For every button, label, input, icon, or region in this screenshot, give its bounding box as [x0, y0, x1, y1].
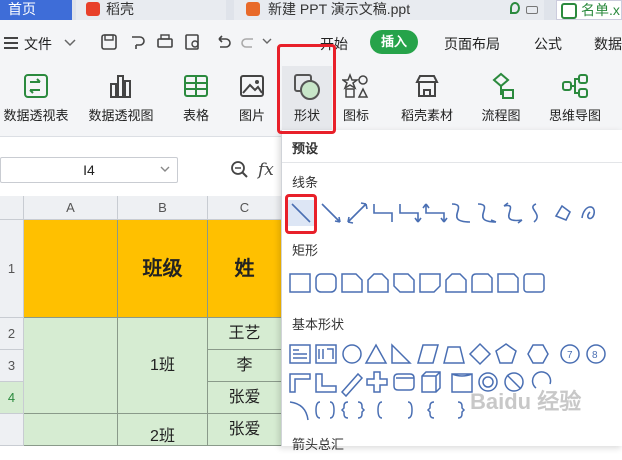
- tab-spreadsheet[interactable]: 名单.x: [556, 0, 622, 20]
- cell-c3[interactable]: 李: [208, 350, 282, 382]
- ribbon-label: 表格: [182, 108, 209, 123]
- cell-c2[interactable]: 王艺: [208, 318, 282, 350]
- tab-ppt-document[interactable]: 新建 PPT 演示文稿.ppt: [234, 0, 544, 20]
- name-box[interactable]: I4: [0, 157, 178, 183]
- tab-daoke[interactable]: 稻壳: [76, 0, 226, 20]
- baidu-watermark: Baidu 经验: [470, 389, 582, 414]
- undo-icon[interactable]: [214, 33, 232, 51]
- menu-formula[interactable]: 公式: [534, 34, 562, 54]
- menu-page-layout[interactable]: 页面布局: [444, 34, 500, 54]
- row-header-3[interactable]: 3: [0, 350, 24, 382]
- cell-a5[interactable]: [24, 414, 118, 446]
- screen-icon: [526, 6, 538, 14]
- svg-text:8: 8: [592, 350, 598, 361]
- share-icon[interactable]: [128, 33, 146, 51]
- tab-label: 新建 PPT 演示文稿.ppt: [268, 1, 411, 17]
- redo-icon[interactable]: [240, 33, 258, 51]
- ribbon-label: 流程图: [481, 108, 521, 123]
- select-all-corner[interactable]: [0, 196, 24, 220]
- cell-c1[interactable]: 姓: [208, 220, 282, 318]
- ribbon-label: 图标: [342, 108, 369, 123]
- cell-c4[interactable]: 张爱: [208, 382, 282, 414]
- store-icon: [415, 75, 439, 97]
- ribbon-label: 数据透视表: [3, 108, 69, 123]
- cell-a2-merged[interactable]: [24, 318, 118, 414]
- icons-library-icon: [342, 72, 369, 98]
- ribbon-label: 图片: [238, 108, 265, 123]
- location-pin-icon: [510, 2, 520, 14]
- ribbon-label: 稻壳素材: [400, 108, 453, 123]
- daoke-material-button[interactable]: 稻壳素材: [394, 66, 460, 130]
- menu-insert[interactable]: 插入: [370, 30, 418, 54]
- table-button[interactable]: 表格: [176, 66, 216, 130]
- menu-data[interactable]: 数据: [594, 34, 622, 54]
- picture-icon: [240, 75, 264, 97]
- ppt-file-icon: [246, 2, 260, 16]
- picture-button[interactable]: 图片: [230, 66, 274, 130]
- chevron-down-icon[interactable]: [64, 38, 76, 48]
- column-header-c[interactable]: C: [208, 196, 282, 220]
- spreadsheet-file-icon: [561, 3, 577, 19]
- row-header-2[interactable]: 2: [0, 318, 24, 350]
- save-icon[interactable]: [100, 33, 118, 51]
- divider: [282, 162, 622, 163]
- section-title-basic: 基本形状: [292, 317, 345, 332]
- flowchart-icon: [492, 72, 514, 99]
- chevron-down-icon[interactable]: [262, 38, 272, 46]
- highlight-line-shape: [285, 194, 317, 234]
- cell-b2-merged[interactable]: 1班: [118, 318, 208, 414]
- tab-strip: 首页 稻壳 新建 PPT 演示文稿.ppt 名单.x: [0, 0, 622, 20]
- highlight-shape-button: [277, 44, 336, 134]
- ribbon-label: 数据透视图: [88, 108, 154, 123]
- section-title-lines: 线条: [292, 175, 319, 190]
- function-icon[interactable]: fx: [258, 160, 274, 180]
- basic-shapes-row-1: 7 8: [289, 342, 606, 366]
- print-icon[interactable]: [156, 33, 174, 51]
- section-title-preset: 预设: [292, 141, 319, 156]
- icon-button[interactable]: 图标: [336, 66, 376, 130]
- zoom-search-icon[interactable]: [230, 160, 250, 180]
- pivot-table-button[interactable]: 数据透视表: [0, 66, 72, 130]
- tab-label: 名单.x: [581, 2, 620, 18]
- column-header-b[interactable]: B: [118, 196, 208, 220]
- mind-map-icon: [562, 74, 588, 98]
- rectangle-shape-row: [289, 273, 545, 293]
- section-title-rect: 矩形: [292, 243, 319, 258]
- row-header-1[interactable]: 1: [0, 220, 24, 318]
- daoke-logo-icon: [86, 2, 100, 16]
- cell-b5[interactable]: 2班: [118, 414, 208, 446]
- column-header-a[interactable]: A: [24, 196, 118, 220]
- lines-shape-row: [288, 200, 595, 226]
- row-header-4[interactable]: 4: [0, 382, 24, 414]
- file-menu[interactable]: 文件: [24, 34, 52, 54]
- cell-c5[interactable]: 张爱: [208, 414, 282, 446]
- row-header-5[interactable]: [0, 414, 24, 446]
- table-icon: [184, 75, 208, 97]
- formula-bar: I4 fx: [0, 150, 280, 190]
- hamburger-menu-icon[interactable]: [4, 36, 20, 50]
- chevron-down-icon[interactable]: [160, 166, 170, 174]
- print-preview-icon[interactable]: [184, 33, 202, 51]
- spreadsheet-grid: A B C 1 2 3 4 班级 姓 1班 王艺 李 张爱 2班 张爱: [0, 196, 282, 446]
- pivot-table-icon: [24, 74, 48, 98]
- pivot-chart-button[interactable]: 数据透视图: [82, 66, 160, 130]
- mind-map-button[interactable]: 思维导图: [538, 66, 612, 130]
- svg-text:7: 7: [567, 350, 573, 361]
- cell-a1[interactable]: [24, 220, 118, 318]
- cell-b1[interactable]: 班级: [118, 220, 208, 318]
- section-title-arrows: 箭头总汇: [292, 437, 345, 452]
- tab-label: 稻壳: [106, 1, 134, 17]
- tab-home[interactable]: 首页: [0, 0, 72, 20]
- tab-label: 首页: [8, 1, 36, 17]
- ribbon-label: 思维导图: [548, 108, 601, 123]
- flowchart-button[interactable]: 流程图: [470, 66, 532, 130]
- pivot-chart-icon: [110, 75, 131, 98]
